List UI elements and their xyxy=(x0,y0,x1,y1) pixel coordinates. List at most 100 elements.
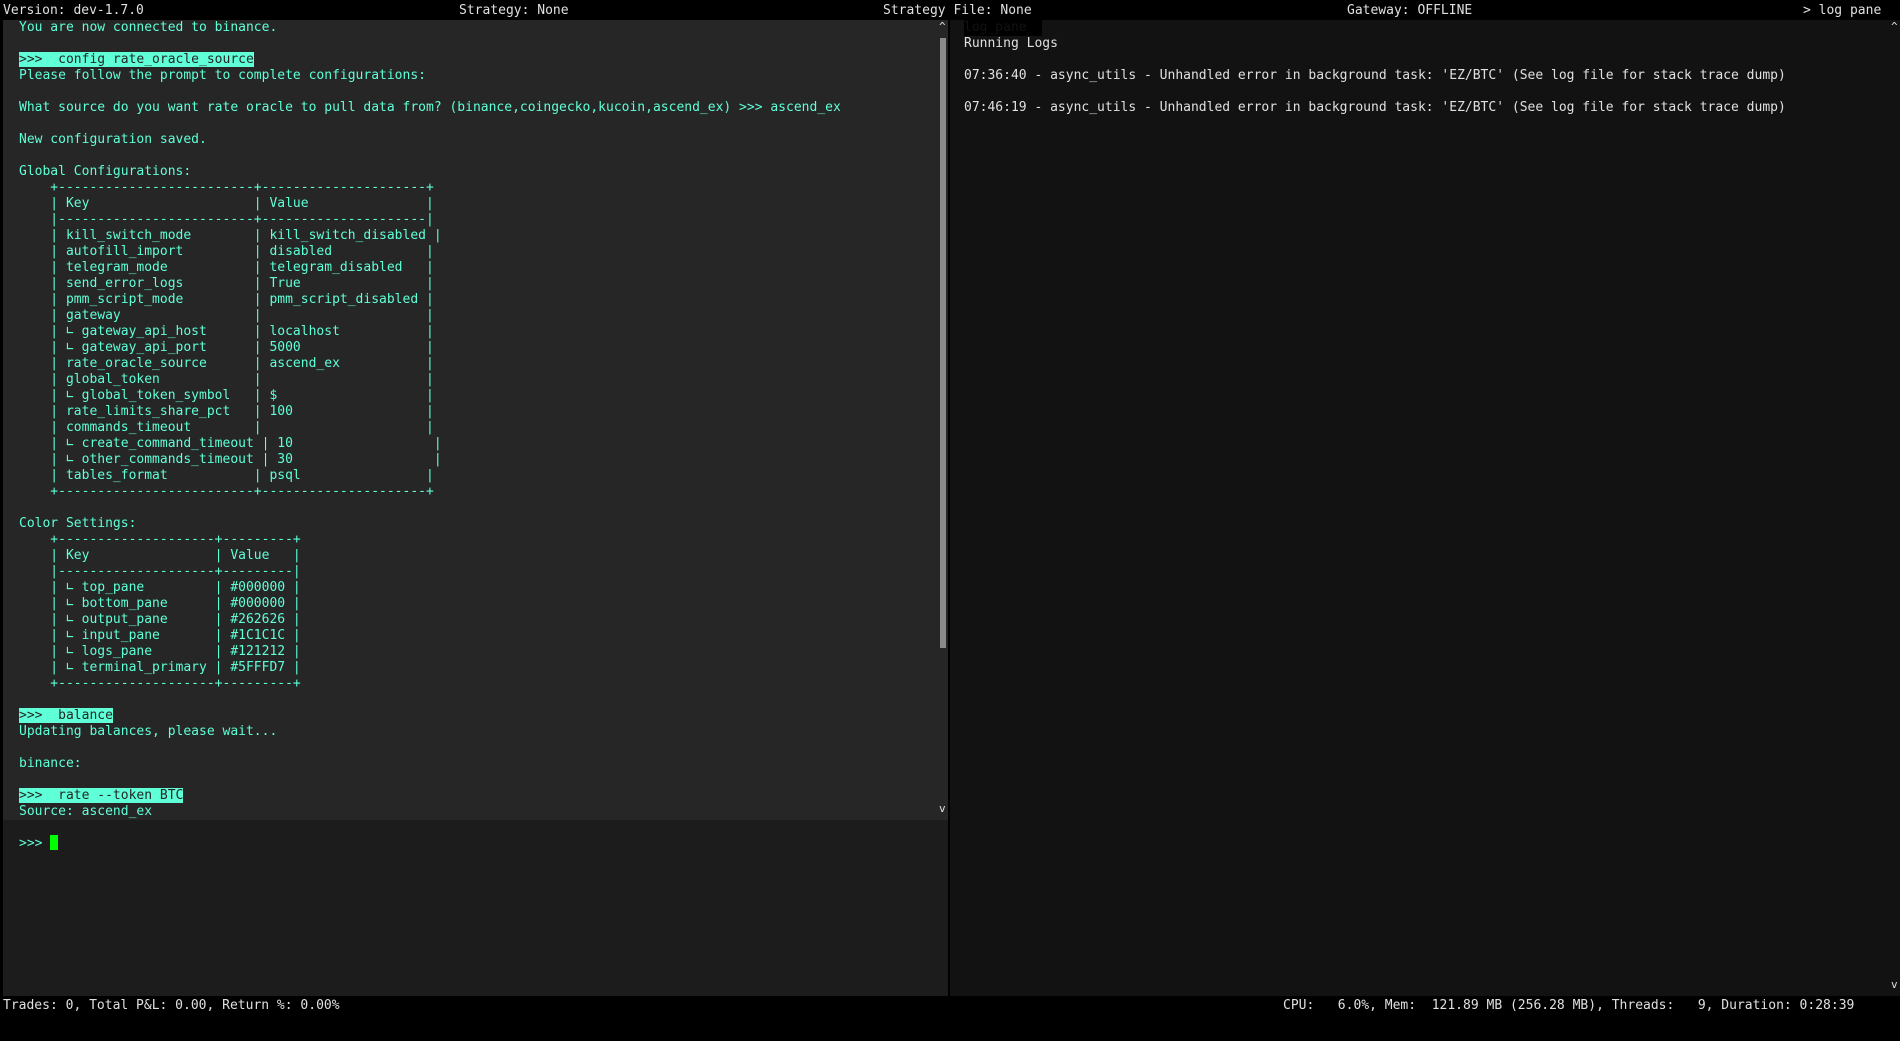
output-line: +--------------------+---------+ xyxy=(19,532,841,548)
output-line: New configuration saved. xyxy=(19,132,841,148)
output-line: | autofill_import | disabled | xyxy=(19,244,841,260)
logs-pane: log_pane Running Logs 07:36:40 - async_ut… xyxy=(950,20,1890,996)
command-text: >>> config rate_oracle_source xyxy=(19,52,254,67)
output-text: | rate_oracle_source | ascend_ex | xyxy=(19,356,434,371)
output-line: | ∟ other_commands_timeout | 30 | xyxy=(19,452,841,468)
output-text: | telegram_mode | telegram_disabled | xyxy=(19,260,434,275)
output-text: | autofill_import | disabled | xyxy=(19,244,434,259)
command-echo: >>> rate --token BTC xyxy=(19,788,841,804)
top-status-bar: Version: dev-1.7.0 Strategy: None Strate… xyxy=(0,0,1900,20)
output-text: | Key | Value | xyxy=(19,196,434,211)
output-text: +--------------------+---------+ xyxy=(19,532,301,547)
prompt-symbol: >>> xyxy=(19,836,51,851)
output-text: | commands_timeout | | xyxy=(19,420,434,435)
output-line: | ∟ gateway_api_port | 5000 | xyxy=(19,340,841,356)
output-line: | pmm_script_mode | pmm_script_disabled … xyxy=(19,292,841,308)
output-line: | ∟ bottom_pane | #000000 | xyxy=(19,596,841,612)
output-text: | ∟ input_pane | #1C1C1C | xyxy=(19,628,301,643)
output-line: | rate_limits_share_pct | 100 | xyxy=(19,404,841,420)
output-text: | gateway | | xyxy=(19,308,434,323)
output-text: Source: ascend_ex xyxy=(19,804,153,819)
output-text: | ∟ logs_pane | #121212 | xyxy=(19,644,301,659)
output-text: Updating balances, please wait... xyxy=(19,724,278,739)
output-text: | pmm_script_mode | pmm_script_disabled … xyxy=(19,292,434,307)
output-line: What source do you want rate oracle to p… xyxy=(19,100,841,116)
logs-scroll-up-arrow-icon[interactable]: ^ xyxy=(1891,20,1898,33)
output-line: You are now connected to binance. xyxy=(19,20,841,36)
version-label: Version: dev-1.7.0 xyxy=(3,3,144,18)
strategy-file-label: Strategy File: None xyxy=(883,3,1032,18)
output-line: | gateway | | xyxy=(19,308,841,324)
output-line: | rate_oracle_source | ascend_ex | xyxy=(19,356,841,372)
log-pane-toggle[interactable]: > log pane xyxy=(1803,3,1881,19)
output-text: | global_token | | xyxy=(19,372,434,387)
output-text: What source do you want rate oracle to p… xyxy=(19,100,841,115)
output-line: | tables_format | psql | xyxy=(19,468,841,484)
output-line: | Key | Value | xyxy=(19,548,841,564)
logs-scroll-down-arrow-icon[interactable]: v xyxy=(1891,978,1898,991)
log-entry xyxy=(964,52,1786,68)
output-text: | ∟ gateway_api_host | localhost | xyxy=(19,324,434,339)
output-text: binance: xyxy=(19,756,82,771)
output-line: | ∟ output_pane | #262626 | xyxy=(19,612,841,628)
logs-pane-tab[interactable]: log_pane xyxy=(964,20,1042,36)
output-line: | ∟ input_pane | #1C1C1C | xyxy=(19,628,841,644)
output-line: | commands_timeout | | xyxy=(19,420,841,436)
output-scrollbar[interactable]: ^ v xyxy=(938,20,948,820)
output-text: | Key | Value | xyxy=(19,548,301,563)
command-input-pane[interactable]: >>> xyxy=(3,820,948,1002)
output-text: | ∟ gateway_api_port | 5000 | xyxy=(19,340,434,355)
command-echo: >>> config rate_oracle_source xyxy=(19,52,841,68)
output-scrollbar-thumb[interactable] xyxy=(940,38,946,648)
output-text: | ∟ global_token_symbol | $ | xyxy=(19,388,434,403)
output-text: | ∟ output_pane | #262626 | xyxy=(19,612,301,627)
trades-summary: Trades: 0, Total P&L: 0.00, Return %: 0.… xyxy=(3,998,340,1013)
output-text: | ∟ top_pane | #000000 | xyxy=(19,580,301,595)
output-line: | ∟ logs_pane | #121212 | xyxy=(19,644,841,660)
output-text: Global Configurations: xyxy=(19,164,192,179)
output-line: | global_token | | xyxy=(19,372,841,388)
logs-title: Running Logs xyxy=(964,36,1058,51)
output-line: | ∟ create_command_timeout | 10 | xyxy=(19,436,841,452)
output-line: | send_error_logs | True | xyxy=(19,276,841,292)
command-text: >>> balance xyxy=(19,708,113,723)
output-line: | ∟ gateway_api_host | localhost | xyxy=(19,324,841,340)
command-input[interactable]: >>> xyxy=(19,835,59,851)
output-pane: You are now connected to binance. >>> con… xyxy=(3,20,938,820)
system-stats: CPU: 6.0%, Mem: 121.89 MB (256.28 MB), T… xyxy=(1283,998,1855,1013)
output-text: | ∟ bottom_pane | #000000 | xyxy=(19,596,301,611)
output-text: |-------------------------+-------------… xyxy=(19,212,434,227)
logs-scrollbar[interactable]: ^ v xyxy=(1890,20,1900,996)
output-text: You are now connected to binance. xyxy=(19,20,278,35)
output-text: +--------------------+---------+ xyxy=(19,676,301,691)
output-line: |-------------------------+-------------… xyxy=(19,212,841,228)
scroll-up-arrow-icon[interactable]: ^ xyxy=(939,20,946,33)
output-line: Global Configurations: xyxy=(19,164,841,180)
output-line: | ∟ top_pane | #000000 | xyxy=(19,580,841,596)
output-text: Please follow the prompt to complete con… xyxy=(19,68,426,83)
bottom-status-bar: Trades: 0, Total P&L: 0.00, Return %: 0.… xyxy=(0,996,1900,1016)
output-text: | ∟ create_command_timeout | 10 | xyxy=(19,436,442,451)
scroll-down-arrow-icon[interactable]: v xyxy=(939,802,946,815)
output-text: |--------------------+---------| xyxy=(19,564,301,579)
output-line: | telegram_mode | telegram_disabled | xyxy=(19,260,841,276)
output-line: Color Settings: xyxy=(19,516,841,532)
output-line: +-------------------------+-------------… xyxy=(19,180,841,196)
log-entry: 07:36:40 - async_utils - Unhandled error… xyxy=(964,68,1786,83)
output-line: |--------------------+---------| xyxy=(19,564,841,580)
gateway-status-label: Gateway: OFFLINE xyxy=(1347,3,1473,18)
running-logs: Running Logs 07:36:40 - async_utils - Unh… xyxy=(964,36,1786,116)
output-text: | rate_limits_share_pct | 100 | xyxy=(19,404,434,419)
output-line: | ∟ terminal_primary | #5FFFD7 | xyxy=(19,660,841,676)
output-text: | send_error_logs | True | xyxy=(19,276,434,291)
command-text: >>> rate --token BTC xyxy=(19,788,184,803)
output-line: | Key | Value | xyxy=(19,196,841,212)
